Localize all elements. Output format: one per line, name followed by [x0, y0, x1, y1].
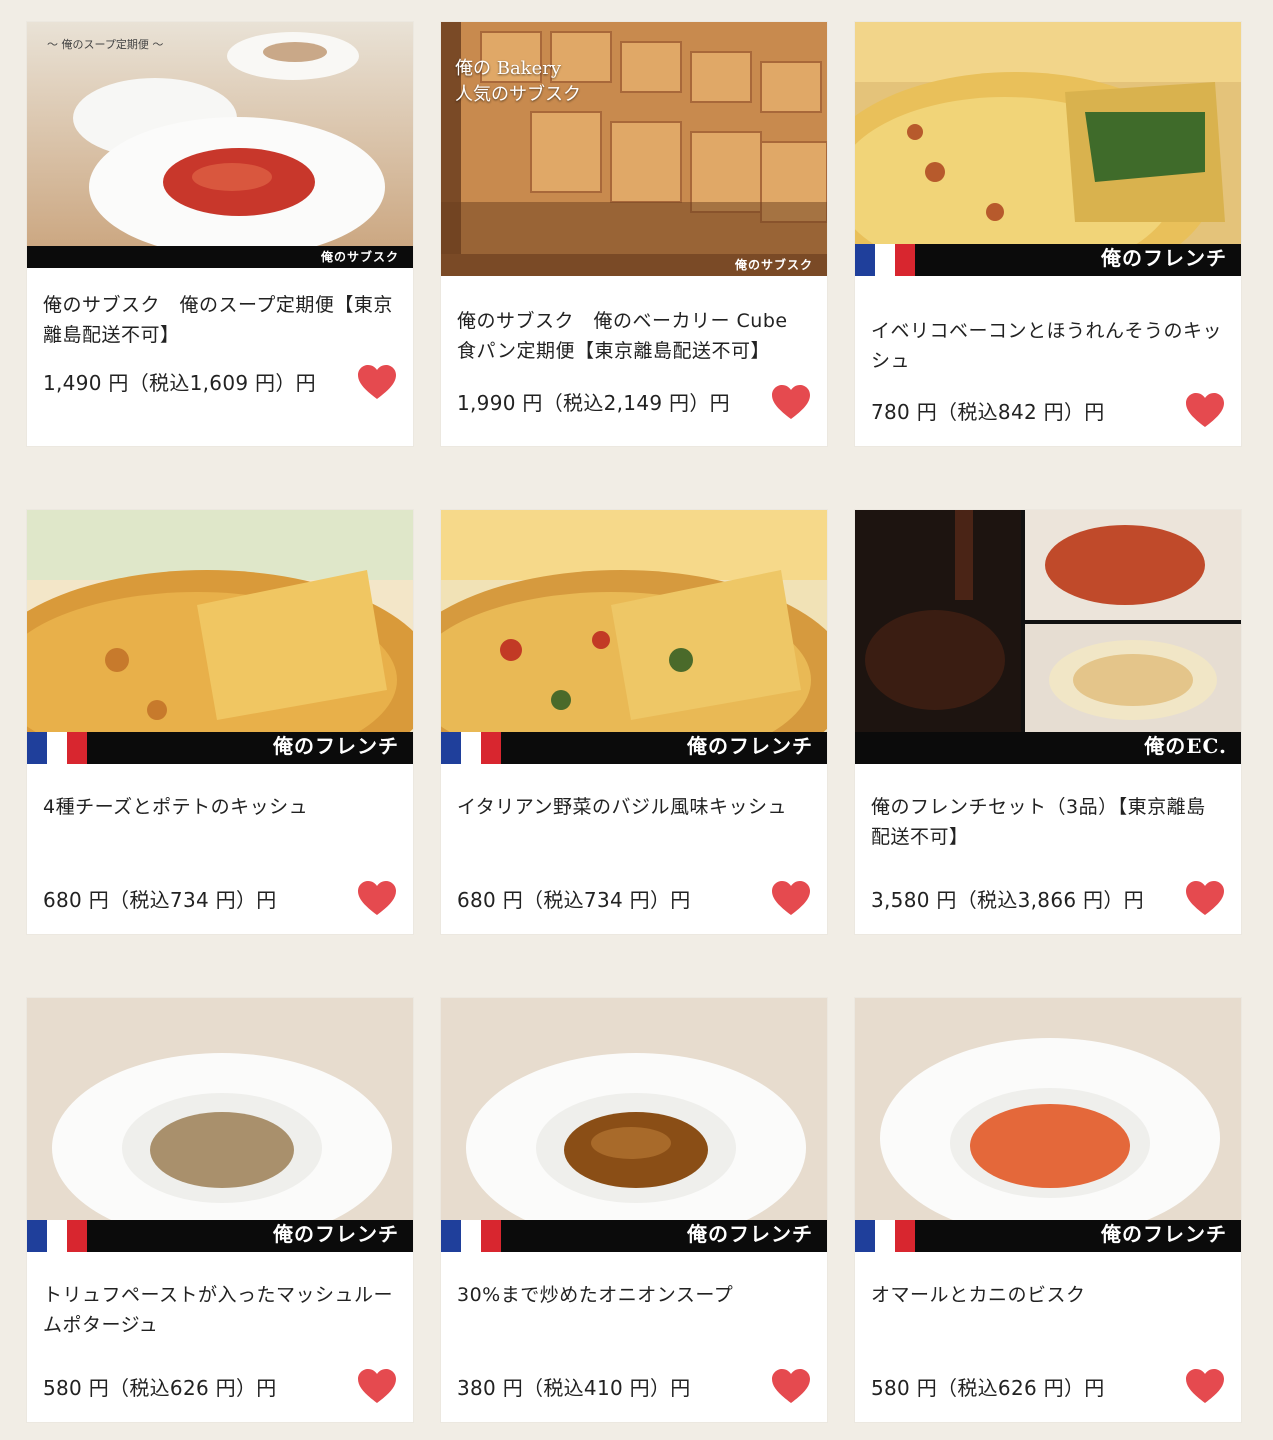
heart-icon[interactable] [357, 364, 397, 400]
product-name[interactable]: トリュフペーストが入ったマッシュルームポタージュ [43, 1280, 397, 1340]
france-flag-icon [441, 1220, 501, 1252]
product-card[interactable]: 俺のフレンチ トリュフペーストが入ったマッシュルームポタージュ 580 円（税込… [27, 998, 413, 1422]
brand-band: 俺のサブスク [27, 246, 413, 268]
product-card[interactable]: 俺のフレンチ オマールとカニのビスク 580 円（税込626 円）円 [855, 998, 1241, 1422]
product-price: 780 円（税込842 円）円 [871, 400, 1105, 424]
heart-icon[interactable] [1185, 392, 1225, 428]
product-card[interactable]: 俺のフレンチ イベリコベーコンとほうれんそうのキッシュ 780 円（税込842 … [855, 22, 1241, 446]
heart-icon[interactable] [771, 1368, 811, 1404]
product-name[interactable]: 俺のサブスク 俺のスープ定期便【東京離島配送不可】 [43, 290, 397, 350]
france-flag-icon [27, 732, 87, 764]
product-card[interactable]: 俺のフレンチ 4種チーズとポテトのキッシュ 680 円（税込734 円）円 [27, 510, 413, 934]
product-name[interactable]: 俺のサブスク 俺のベーカリー Cube 食パン定期便【東京離島配送不可】 [457, 306, 811, 366]
brand-band: 俺のフレンチ [27, 1220, 413, 1252]
product-card[interactable]: 俺の Bakery 人気のサブスク 俺のサブスク 俺のサブスク 俺のベーカリー … [441, 22, 827, 446]
brand-label: 俺のフレンチ [273, 1222, 399, 1246]
heart-icon[interactable] [357, 1368, 397, 1404]
product-name[interactable]: 俺のフレンチセット（3品）【東京離島配送不可】 [871, 792, 1225, 852]
product-card[interactable]: 俺のフレンチ イタリアン野菜のバジル風味キッシュ 680 円（税込734 円）円 [441, 510, 827, 934]
product-image-soup-subscription[interactable]: ～ 俺のスープ定期便 ～ 俺のサブスク [27, 22, 413, 268]
product-price: 1,490 円（税込1,609 円）円 [43, 371, 316, 395]
product-image-mushroom-potage[interactable]: 俺のフレンチ [27, 998, 413, 1252]
brand-band: 俺のフレンチ [27, 732, 413, 764]
image-caption: ～ 俺のスープ定期便 ～ [47, 38, 164, 51]
product-price: 580 円（税込626 円）円 [43, 1376, 277, 1400]
france-flag-icon [855, 1220, 915, 1252]
france-flag-icon [855, 244, 915, 276]
brand-band: 俺のフレンチ [855, 1220, 1241, 1252]
product-price: 3,580 円（税込3,866 円）円 [871, 888, 1144, 912]
product-card[interactable]: ～ 俺のスープ定期便 ～ 俺のサブスク 俺のサブスク 俺のスープ定期便【東京離島… [27, 22, 413, 446]
brand-label: 俺のフレンチ [1101, 246, 1227, 270]
brand-label: 俺のフレンチ [687, 1222, 813, 1246]
product-price: 680 円（税込734 円）円 [457, 888, 691, 912]
product-grid: ～ 俺のスープ定期便 ～ 俺のサブスク 俺のサブスク 俺のスープ定期便【東京離島… [0, 0, 1273, 1422]
brand-label: 俺のEC. [1144, 734, 1227, 758]
product-image-french-set[interactable]: 俺のEC. [855, 510, 1241, 764]
brand-band: 俺のフレンチ [441, 732, 827, 764]
product-card[interactable]: 俺のフレンチ 30%まで炒めたオニオンスープ 380 円（税込410 円）円 [441, 998, 827, 1422]
product-name[interactable]: イベリコベーコンとほうれんそうのキッシュ [871, 316, 1225, 376]
brand-band: 俺のEC. [855, 732, 1241, 764]
product-name[interactable]: 30%まで炒めたオニオンスープ [457, 1280, 811, 1310]
product-price: 580 円（税込626 円）円 [871, 1376, 1105, 1400]
product-name[interactable]: オマールとカニのビスク [871, 1280, 1225, 1310]
product-image-lobster-bisque[interactable]: 俺のフレンチ [855, 998, 1241, 1252]
brand-band: 俺のサブスク [441, 254, 827, 276]
heart-icon[interactable] [357, 880, 397, 916]
product-name[interactable]: 4種チーズとポテトのキッシュ [43, 792, 397, 822]
brand-label: 俺のサブスク [734, 258, 813, 272]
product-image-cheese-potato-quiche[interactable]: 俺のフレンチ [27, 510, 413, 764]
brand-label: 俺のフレンチ [273, 734, 399, 758]
france-flag-icon [441, 732, 501, 764]
brand-band: 俺のフレンチ [441, 1220, 827, 1252]
product-image-italian-veg-quiche[interactable]: 俺のフレンチ [441, 510, 827, 764]
product-price: 1,990 円（税込2,149 円）円 [457, 391, 730, 415]
france-flag-icon [27, 1220, 87, 1252]
image-caption: 俺の Bakery 人気のサブスク [455, 58, 581, 105]
brand-band: 俺のフレンチ [855, 244, 1241, 276]
product-price: 380 円（税込410 円）円 [457, 1376, 691, 1400]
product-image-onion-soup[interactable]: 俺のフレンチ [441, 998, 827, 1252]
product-card[interactable]: 俺のEC. 俺のフレンチセット（3品）【東京離島配送不可】 3,580 円（税込… [855, 510, 1241, 934]
brand-label: 俺のフレンチ [687, 734, 813, 758]
product-price: 680 円（税込734 円）円 [43, 888, 277, 912]
heart-icon[interactable] [1185, 880, 1225, 916]
heart-icon[interactable] [771, 384, 811, 420]
heart-icon[interactable] [1185, 1368, 1225, 1404]
product-image-iberico-quiche[interactable]: 俺のフレンチ [855, 22, 1241, 276]
product-image-bakery-subscription[interactable]: 俺の Bakery 人気のサブスク 俺のサブスク [441, 22, 827, 276]
brand-label: 俺のサブスク [320, 250, 399, 264]
heart-icon[interactable] [771, 880, 811, 916]
product-name[interactable]: イタリアン野菜のバジル風味キッシュ [457, 792, 811, 822]
brand-label: 俺のフレンチ [1101, 1222, 1227, 1246]
